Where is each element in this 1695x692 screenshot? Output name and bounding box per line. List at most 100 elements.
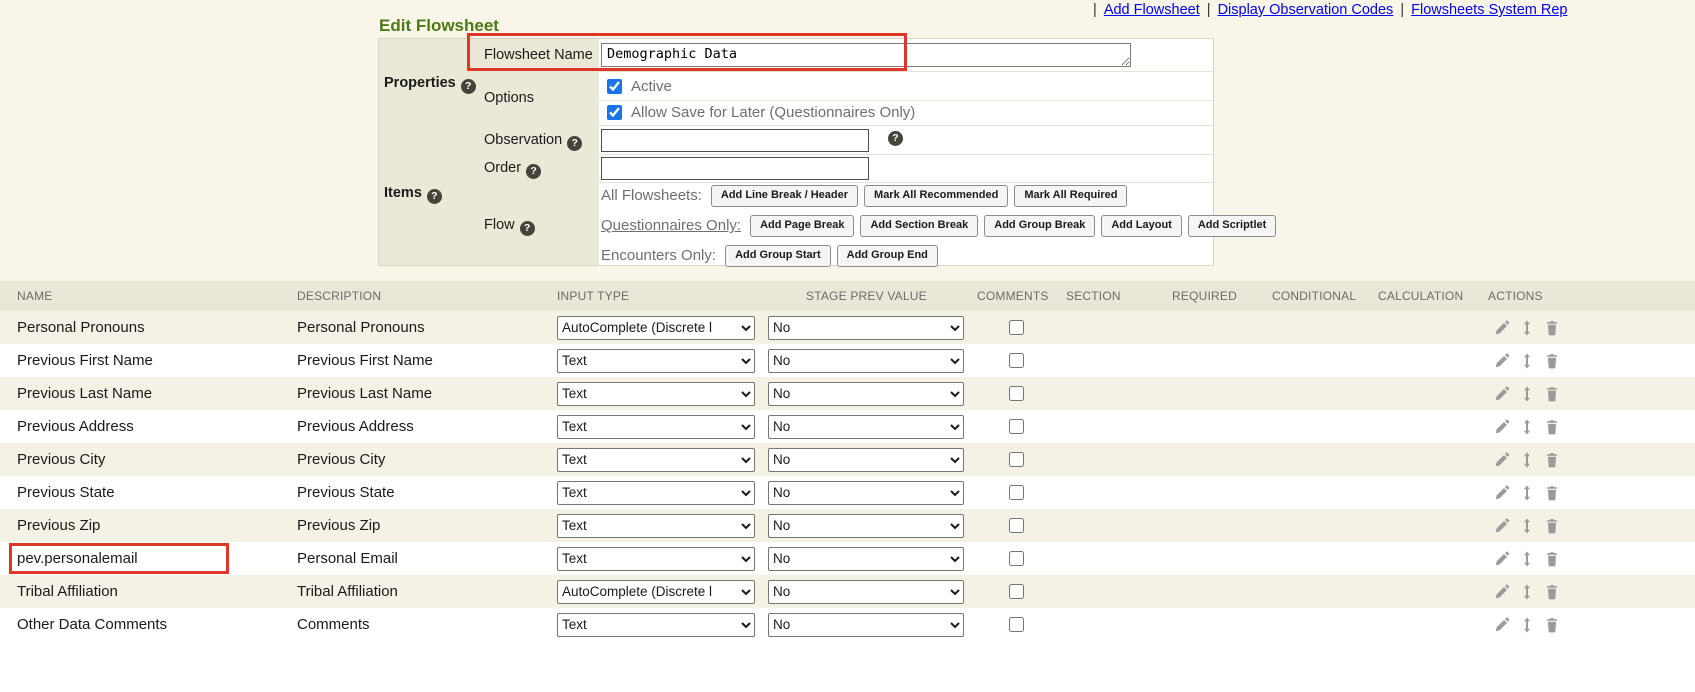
input-type-select[interactable]: Text [557,382,755,406]
help-icon[interactable]: ? [526,164,541,179]
comments-checkbox[interactable] [1009,551,1024,566]
edit-icon[interactable] [1494,386,1510,402]
reorder-icon[interactable] [1519,485,1535,501]
mark-all-required-button[interactable]: Mark All Required [1014,185,1127,207]
edit-icon[interactable] [1494,617,1510,633]
stage-prev-value-select[interactable]: No [768,547,964,571]
edit-icon[interactable] [1494,485,1510,501]
reorder-icon[interactable] [1519,551,1535,567]
comments-checkbox[interactable] [1009,386,1024,401]
add-scriptlet-button[interactable]: Add Scriptlet [1188,215,1276,237]
delete-icon[interactable] [1544,452,1560,468]
link-flowsheets-system-reports[interactable]: Flowsheets System Rep [1411,2,1567,18]
add-group-end-button[interactable]: Add Group End [837,245,938,267]
edit-icon[interactable] [1494,452,1510,468]
add-page-break-button[interactable]: Add Page Break [750,215,854,237]
cell-input-type: Text [557,377,768,410]
cell-stage-prev-value: No [768,608,977,641]
delete-icon[interactable] [1544,617,1560,633]
delete-icon[interactable] [1544,386,1560,402]
edit-icon[interactable] [1494,353,1510,369]
cell-required [1172,377,1272,410]
help-icon[interactable]: ? [520,221,535,236]
comments-checkbox[interactable] [1009,320,1024,335]
order-input[interactable] [601,157,869,180]
cell-required [1172,575,1272,608]
add-line-break-header-button[interactable]: Add Line Break / Header [711,185,858,207]
delete-icon[interactable] [1544,584,1560,600]
input-type-select[interactable]: Text [557,349,755,373]
delete-icon[interactable] [1544,419,1560,435]
reorder-icon[interactable] [1519,320,1535,336]
input-type-select[interactable]: AutoComplete (Discrete l [557,316,755,340]
input-type-select[interactable]: Text [557,481,755,505]
allow-save-checkbox[interactable] [607,105,622,120]
link-add-flowsheet[interactable]: Add Flowsheet [1104,2,1200,18]
cell-name: Previous City [0,443,297,476]
comments-checkbox[interactable] [1009,419,1024,434]
flowsheet-name-input[interactable]: Demographic Data [601,43,1131,67]
stage-prev-value-select[interactable]: No [768,316,964,340]
edit-icon[interactable] [1494,320,1510,336]
cell-name: pev.personalemail [0,542,297,575]
delete-icon[interactable] [1544,320,1560,336]
reorder-icon[interactable] [1519,386,1535,402]
comments-checkbox[interactable] [1009,617,1024,632]
stage-prev-value-select[interactable]: No [768,514,964,538]
reorder-icon[interactable] [1519,518,1535,534]
delete-icon[interactable] [1544,353,1560,369]
cell-stage-prev-value: No [768,410,977,443]
reorder-icon[interactable] [1519,353,1535,369]
observation-help-icon[interactable]: ? [888,131,903,146]
add-section-break-button[interactable]: Add Section Break [860,215,978,237]
reorder-icon[interactable] [1519,419,1535,435]
add-group-start-button[interactable]: Add Group Start [725,245,831,267]
input-type-select[interactable]: Text [557,448,755,472]
add-layout-button[interactable]: Add Layout [1101,215,1182,237]
delete-icon[interactable] [1544,551,1560,567]
stage-prev-value-select[interactable]: No [768,448,964,472]
reorder-icon[interactable] [1519,584,1535,600]
delete-icon[interactable] [1544,485,1560,501]
stage-prev-value-select[interactable]: No [768,613,964,637]
cell-description: Personal Email [297,542,557,575]
stage-prev-value-select[interactable]: No [768,415,964,439]
input-type-select[interactable]: AutoComplete (Discrete l [557,580,755,604]
input-type-select[interactable]: Text [557,514,755,538]
mark-all-recommended-button[interactable]: Mark All Recommended [864,185,1008,207]
options-label: Options [484,90,534,106]
help-icon[interactable]: ? [461,79,476,94]
help-icon[interactable]: ? [427,189,442,204]
edit-icon[interactable] [1494,584,1510,600]
reorder-icon[interactable] [1519,452,1535,468]
active-checkbox[interactable] [607,79,622,94]
comments-checkbox[interactable] [1009,452,1024,467]
column-header-required: REQUIRED [1172,281,1272,311]
cell-stage-prev-value: No [768,311,977,344]
input-type-select[interactable]: Text [557,547,755,571]
comments-checkbox[interactable] [1009,518,1024,533]
input-type-select[interactable]: Text [557,613,755,637]
cell-comments [977,575,1066,608]
edit-icon[interactable] [1494,551,1510,567]
edit-icon[interactable] [1494,518,1510,534]
comments-checkbox[interactable] [1009,353,1024,368]
cell-actions [1488,608,1695,641]
comments-checkbox[interactable] [1009,485,1024,500]
stage-prev-value-select[interactable]: No [768,382,964,406]
reorder-icon[interactable] [1519,617,1535,633]
comments-checkbox[interactable] [1009,584,1024,599]
link-display-observation-codes[interactable]: Display Observation Codes [1218,2,1394,18]
stage-prev-value-select[interactable]: No [768,481,964,505]
stage-prev-value-select[interactable]: No [768,349,964,373]
input-type-select[interactable]: Text [557,415,755,439]
cell-name: Previous Zip [0,509,297,542]
add-group-break-button[interactable]: Add Group Break [984,215,1095,237]
observation-input[interactable] [601,129,869,152]
delete-icon[interactable] [1544,518,1560,534]
edit-icon[interactable] [1494,419,1510,435]
cell-actions [1488,443,1695,476]
stage-prev-value-select[interactable]: No [768,580,964,604]
table-row: Previous City Previous City Text No [0,443,1695,476]
help-icon[interactable]: ? [567,136,582,151]
